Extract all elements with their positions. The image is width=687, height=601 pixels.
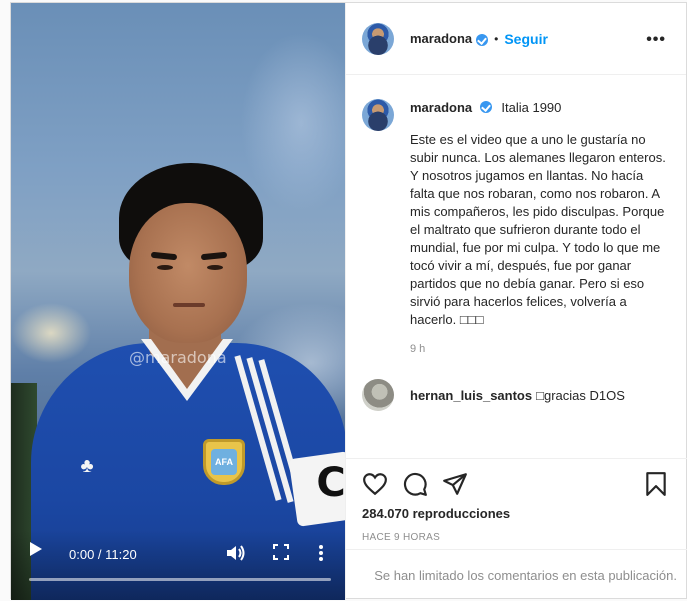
- player-face: [129, 203, 247, 343]
- verified-badge-icon: [476, 33, 489, 46]
- more-vertical-icon[interactable]: [317, 544, 325, 562]
- mouth: [173, 303, 205, 307]
- avatar[interactable]: [362, 99, 394, 131]
- follow-button[interactable]: Seguir: [504, 31, 548, 47]
- list-item: hernan_luis_santos □gracias D1OS: [362, 379, 670, 411]
- adidas-logo: ♣: [80, 455, 94, 477]
- header-username[interactable]: maradona: [410, 31, 472, 46]
- share-icon[interactable]: [442, 471, 468, 497]
- eye: [157, 265, 173, 270]
- avatar[interactable]: [362, 22, 394, 55]
- post-card: AFA ♣ C @maradona 0:00 / 11:20 maradona …: [10, 2, 687, 600]
- comments-limited-notice: Se han limitado los comentarios en esta …: [346, 549, 687, 600]
- avatar[interactable]: [362, 379, 394, 411]
- post-timestamp[interactable]: HACE 9 HORAS: [362, 532, 440, 543]
- comment-icon[interactable]: [402, 471, 428, 497]
- comment-username[interactable]: hernan_luis_santos: [410, 388, 532, 403]
- video-time: 0:00 / 11:20: [69, 547, 137, 562]
- separator-dot: •: [494, 31, 499, 46]
- video-controls: [11, 530, 345, 600]
- verified-badge-icon: [479, 101, 492, 113]
- comment-text: □gracias D1OS: [536, 387, 625, 403]
- caption-body: maradona Italia 1990 Este es el video qu…: [410, 99, 670, 355]
- fullscreen-icon[interactable]: [273, 544, 289, 560]
- caption-text: Este es el video que a uno le gustaría n…: [410, 132, 666, 327]
- more-horizontal-icon[interactable]: •••: [646, 31, 666, 49]
- armband-letter: C: [316, 460, 345, 506]
- eye: [207, 265, 223, 270]
- comments-list[interactable]: maradona Italia 1990 Este es el video qu…: [346, 75, 686, 455]
- video-player[interactable]: AFA ♣ C @maradona 0:00 / 11:20: [11, 3, 345, 600]
- post-header: maradona • Seguir •••: [346, 3, 686, 75]
- crest-text: AFA: [211, 449, 237, 475]
- volume-icon[interactable]: [225, 542, 247, 564]
- post-details: maradona • Seguir ••• maradona Italia 19…: [345, 3, 687, 600]
- video-watermark: @maradona: [129, 348, 227, 367]
- play-icon[interactable]: [29, 541, 43, 557]
- caption: maradona Italia 1990 Este es el video qu…: [362, 99, 670, 355]
- bookmark-icon[interactable]: [643, 471, 669, 497]
- caption-header: maradona Italia 1990: [410, 99, 670, 117]
- caption-username[interactable]: maradona: [410, 100, 472, 115]
- action-bar: 284.070 reproducciones HACE 9 HORAS: [346, 458, 687, 543]
- caption-location: Italia 1990: [501, 100, 562, 115]
- video-progress-bar[interactable]: [29, 578, 331, 581]
- views-count[interactable]: 284.070 reproducciones: [362, 506, 510, 521]
- caption-timestamp[interactable]: 9 h: [410, 343, 670, 355]
- heart-icon[interactable]: [362, 471, 388, 497]
